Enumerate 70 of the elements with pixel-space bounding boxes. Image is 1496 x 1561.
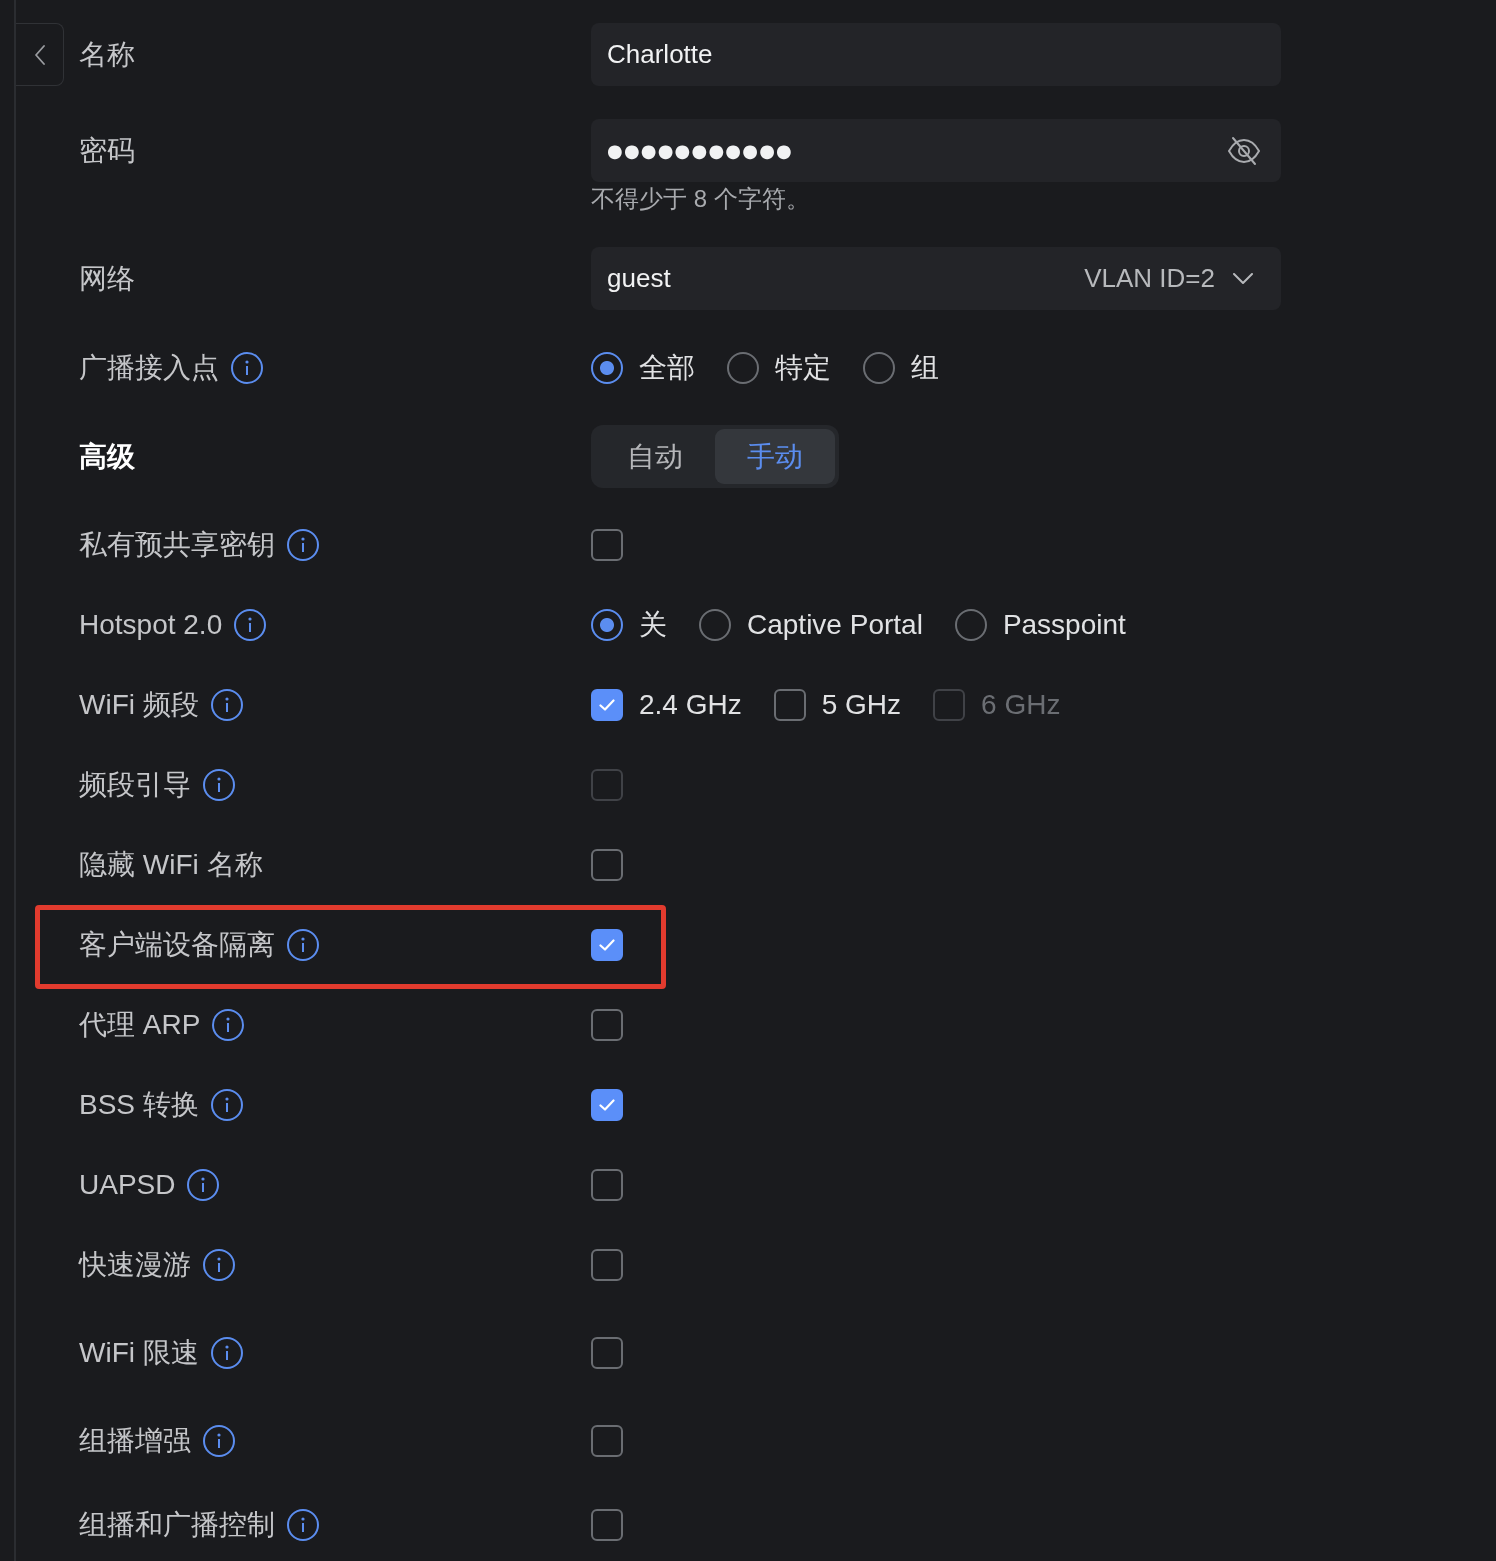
setting-label: 私有预共享密钥 [79, 528, 275, 562]
setting-label: 网络 [79, 261, 135, 296]
option-label: 6 GHz [981, 688, 1061, 722]
setting-label: 代理 ARP [79, 1008, 201, 1042]
checkbox[interactable] [591, 929, 623, 961]
setting-label: 频段引导 [79, 768, 191, 802]
checkbox[interactable] [591, 1089, 623, 1121]
checkbox[interactable] [591, 1337, 623, 1369]
option-label: 5 GHz [821, 688, 902, 722]
radio-button[interactable] [699, 609, 731, 641]
setting-label: 隐藏 WiFi 名称 [79, 848, 263, 882]
setting-label: WiFi 频段 [79, 688, 199, 722]
option-label: Captive Portal [747, 608, 923, 642]
setting-label: 名称 [79, 37, 135, 72]
option-label: 组 [911, 351, 939, 385]
setting-label: Hotspot 2.0 [79, 608, 223, 642]
setting-label: BSS 转换 [79, 1088, 199, 1122]
info-icon[interactable] [187, 1169, 220, 1201]
password-field[interactable]: ●●●●●●●●●●● [591, 119, 1281, 182]
check-icon [599, 1099, 615, 1111]
setting-label: 组播增强 [79, 1424, 191, 1458]
eye-slash-icon[interactable] [1227, 135, 1261, 166]
info-icon[interactable] [287, 1509, 319, 1541]
checkbox[interactable] [591, 849, 623, 881]
checkbox[interactable] [591, 1169, 623, 1201]
text-field[interactable]: Charlotte [591, 23, 1281, 86]
info-icon[interactable] [203, 1425, 235, 1457]
setting-label: 快速漫游 [79, 1248, 191, 1282]
segment-tab[interactable]: 手动 [715, 429, 835, 484]
option-label: 关 [639, 608, 667, 642]
segment-tab[interactable]: 自动 [595, 429, 715, 484]
radio-button[interactable] [591, 609, 623, 641]
info-icon[interactable] [210, 1089, 243, 1121]
checkbox[interactable] [591, 689, 623, 721]
dropdown-field[interactable]: guest VLAN ID=2 [591, 247, 1281, 310]
checkbox[interactable] [773, 689, 806, 721]
radio-button[interactable] [863, 352, 895, 384]
info-icon[interactable] [212, 1009, 245, 1041]
chevron-left-icon [34, 44, 45, 65]
info-icon[interactable] [210, 689, 243, 721]
detail-text: VLAN ID=2 [1084, 263, 1215, 294]
checkbox[interactable] [591, 1249, 623, 1281]
checkbox[interactable] [591, 1425, 623, 1457]
option-label: 特定 [775, 351, 831, 385]
check-icon [599, 939, 615, 951]
check-icon [599, 699, 615, 711]
checkbox[interactable] [591, 1009, 623, 1041]
radio-button[interactable] [591, 352, 623, 384]
info-icon[interactable] [234, 609, 267, 641]
option-label: 全部 [639, 351, 695, 385]
setting-label: 广播接入点 [79, 351, 219, 385]
setting-label: UAPSD [79, 1168, 176, 1202]
info-icon[interactable] [203, 1249, 235, 1281]
section-heading: 高级 [79, 439, 135, 474]
checkbox[interactable] [591, 529, 623, 561]
radio-button[interactable] [954, 609, 987, 641]
hint-text: 不得少于 8 个字符。 [591, 184, 811, 214]
info-icon[interactable] [231, 352, 263, 384]
info-icon[interactable] [287, 929, 319, 961]
chevron-down-icon [1233, 272, 1253, 285]
setting-label: 组播和广播控制 [79, 1508, 275, 1542]
info-icon[interactable] [210, 1337, 243, 1369]
setting-label: 客户端设备隔离 [79, 928, 275, 962]
setting-label: 密码 [79, 133, 135, 168]
setting-label: WiFi 限速 [79, 1336, 199, 1370]
checkbox[interactable] [591, 1509, 623, 1541]
radio-button[interactable] [727, 352, 759, 384]
option-label: 2.4 GHz [639, 688, 742, 722]
info-icon[interactable] [287, 529, 319, 561]
option-label: Passpoint [1002, 608, 1126, 642]
